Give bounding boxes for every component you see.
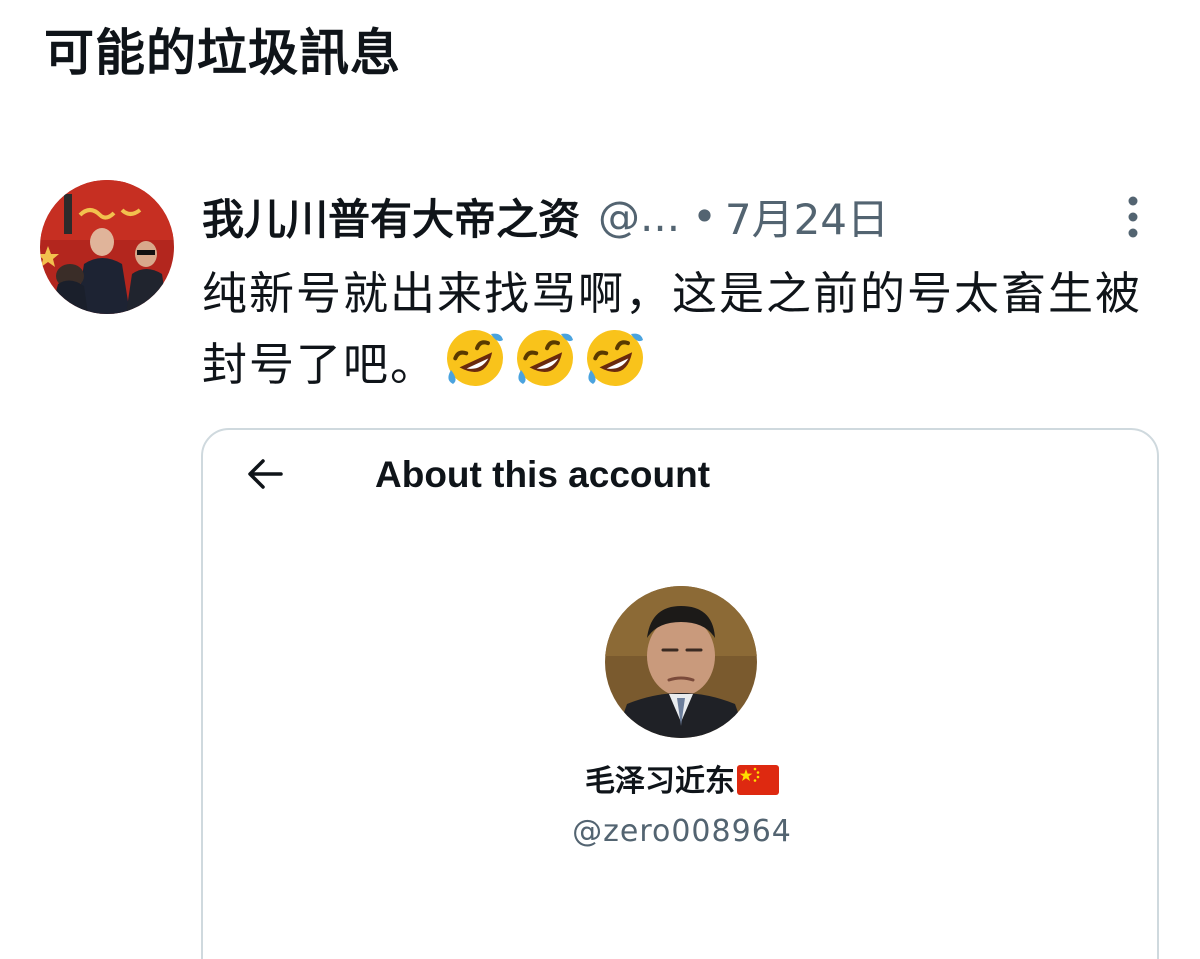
emoji-group <box>443 326 653 390</box>
rolling-on-floor-laughing-icon <box>587 330 644 386</box>
account-name[interactable]: 毛泽习近东 <box>585 764 735 799</box>
more-vertical-icon[interactable] <box>1118 192 1148 242</box>
about-account-card[interactable]: About this account 毛泽习近东 @zero008964 <box>201 428 1159 959</box>
tweet-text-content: 纯新号就出来找骂啊，这是之前的号太畜生被封号了吧。 <box>202 267 1143 391</box>
tweet-author-avatar[interactable] <box>40 180 174 314</box>
page-title: 可能的垃圾訊息 <box>44 24 401 82</box>
spam-notice-page: 可能的垃圾訊息 我儿川普有大帝之资 @... • 7月24日 纯新号就出来找骂啊… <box>0 0 1200 959</box>
tweet-date[interactable]: 7月24日 <box>725 186 889 247</box>
account-name-row: 毛泽习近东 <box>203 760 1161 804</box>
card-title: About this account <box>375 454 711 495</box>
account-avatar[interactable] <box>605 586 757 738</box>
header-separator: • <box>692 191 717 241</box>
account-handle[interactable]: @zero008964 <box>203 810 1161 854</box>
tweet-text: 纯新号就出来找骂啊，这是之前的号太畜生被封号了吧。 <box>202 262 1162 397</box>
tweet-author-name[interactable]: 我儿川普有大帝之资 <box>202 186 580 247</box>
rolling-on-floor-laughing-icon <box>447 330 504 386</box>
china-flag-icon <box>737 765 779 795</box>
rolling-on-floor-laughing-icon <box>517 330 574 386</box>
tweet-author-handle[interactable]: @... <box>598 192 680 241</box>
arrow-left-icon[interactable] <box>245 456 285 492</box>
tweet-header: 我儿川普有大帝之资 @... • 7月24日 <box>202 186 889 246</box>
